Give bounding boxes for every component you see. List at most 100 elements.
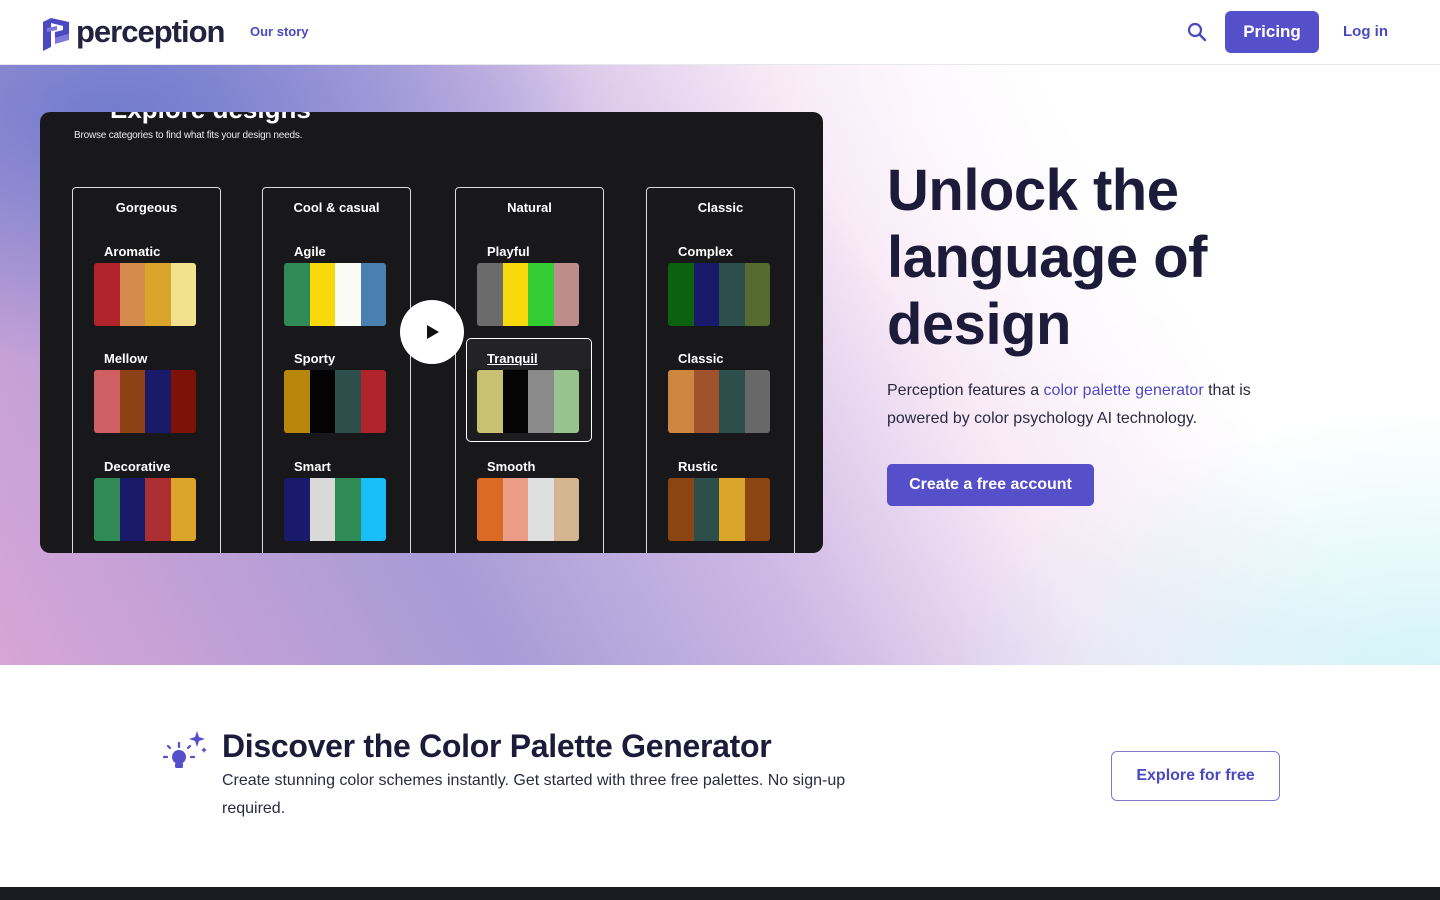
video-player[interactable]: Explore designs Browse categories to fin… — [40, 112, 823, 553]
color-chip — [94, 478, 120, 541]
color-chip — [119, 263, 145, 326]
palette-name: Playful — [487, 244, 530, 259]
palette-name: Smooth — [487, 459, 536, 474]
color-chip — [528, 478, 554, 541]
color-chip — [744, 478, 770, 541]
discover-title: Discover the Color Palette Generator — [222, 728, 772, 764]
category-title: Gorgeous — [115, 200, 178, 215]
nav-our-story[interactable]: Our story — [250, 24, 309, 39]
color-chip — [94, 263, 120, 326]
palette-name: Agile — [294, 244, 326, 259]
hero-text-before: Perception features a — [887, 382, 1044, 399]
palette-swatch — [477, 478, 579, 541]
logo[interactable]: perception — [41, 14, 225, 51]
color-chip — [502, 263, 528, 326]
color-palette-generator-link[interactable]: color palette generator — [1044, 382, 1204, 399]
color-chip — [528, 263, 554, 326]
color-chip — [145, 370, 171, 433]
color-chip — [284, 370, 310, 433]
lightbulb-sparkle-icon — [162, 729, 208, 773]
color-chip — [719, 370, 745, 433]
color-chip — [668, 263, 694, 326]
pricing-button[interactable]: Pricing — [1225, 11, 1319, 53]
color-chip — [309, 263, 335, 326]
category-title: Natural — [507, 200, 552, 215]
color-chip — [309, 370, 335, 433]
palette-swatch — [94, 263, 196, 326]
color-chip — [693, 370, 719, 433]
palette-name: Aromatic — [104, 244, 161, 259]
color-chip — [119, 370, 145, 433]
palette-swatch — [668, 370, 770, 433]
color-chip — [119, 478, 145, 541]
hero-section: Explore designs Browse categories to fin… — [0, 65, 1440, 665]
play-button[interactable] — [400, 300, 464, 364]
palette-swatch — [477, 263, 579, 326]
palette-name: Decorative — [104, 459, 171, 474]
color-chip — [335, 478, 361, 541]
color-chip — [145, 478, 171, 541]
color-chip — [553, 370, 579, 433]
palette-swatch — [94, 478, 196, 541]
palette-swatch — [94, 370, 196, 433]
color-chip — [335, 370, 361, 433]
logo-text: perception — [76, 14, 225, 49]
color-chip — [170, 370, 196, 433]
color-chip — [502, 478, 528, 541]
palette-swatch — [477, 370, 579, 433]
palette-name: Rustic — [678, 459, 718, 474]
color-chip — [693, 478, 719, 541]
video-cut-title: Explore designs — [110, 112, 311, 125]
play-icon — [427, 325, 439, 339]
palette-swatch — [284, 370, 386, 433]
color-chip — [284, 263, 310, 326]
color-chip — [360, 370, 386, 433]
footer-strip — [0, 887, 1440, 900]
color-chip — [170, 263, 196, 326]
color-chip — [360, 263, 386, 326]
color-chip — [693, 263, 719, 326]
palette-name: Smart — [294, 459, 331, 474]
color-chip — [335, 263, 361, 326]
color-chip — [309, 478, 335, 541]
color-chip — [477, 370, 503, 433]
color-chip — [744, 263, 770, 326]
category-title: Cool & casual — [293, 200, 380, 215]
color-chip — [553, 263, 579, 326]
hero-description: Perception features a color palette gene… — [887, 377, 1307, 433]
color-chip — [502, 370, 528, 433]
color-chip — [477, 478, 503, 541]
color-chip — [744, 370, 770, 433]
discover-description: Create stunning color schemes instantly.… — [222, 772, 846, 817]
palette-name: Sporty — [294, 351, 336, 366]
palette-name: Classic — [678, 351, 724, 366]
color-chip — [477, 263, 503, 326]
palette-swatch — [284, 263, 386, 326]
video-subtitle: Browse categories to find what fits your… — [74, 130, 303, 141]
login-link[interactable]: Log in — [1343, 23, 1388, 40]
perception-logo-icon — [43, 18, 69, 51]
color-chip — [145, 263, 171, 326]
palette-swatch — [668, 478, 770, 541]
category-title: Classic — [697, 200, 744, 215]
palette-name: Mellow — [104, 351, 148, 366]
color-chip — [668, 478, 694, 541]
color-chip — [719, 263, 745, 326]
create-account-button[interactable]: Create a free account — [887, 464, 1094, 506]
category-column: Classic Complex Classic Rustic — [646, 187, 795, 553]
color-chip — [94, 370, 120, 433]
site-header: perception Our story Pricing Log in — [0, 0, 1440, 65]
palette-name: Tranquil — [487, 351, 538, 366]
search-icon[interactable] — [1185, 20, 1209, 44]
explore-for-free-button[interactable]: Explore for free — [1111, 751, 1280, 801]
category-column: Cool & casual Agile Sporty Smart — [262, 187, 411, 553]
hero-title: Unlock the language of design — [887, 158, 1207, 357]
palette-swatch — [284, 478, 386, 541]
color-chip — [528, 370, 554, 433]
color-chip — [553, 478, 579, 541]
color-chip — [719, 478, 745, 541]
color-chip — [668, 370, 694, 433]
palette-swatch — [668, 263, 770, 326]
color-chip — [170, 478, 196, 541]
color-chip — [284, 478, 310, 541]
